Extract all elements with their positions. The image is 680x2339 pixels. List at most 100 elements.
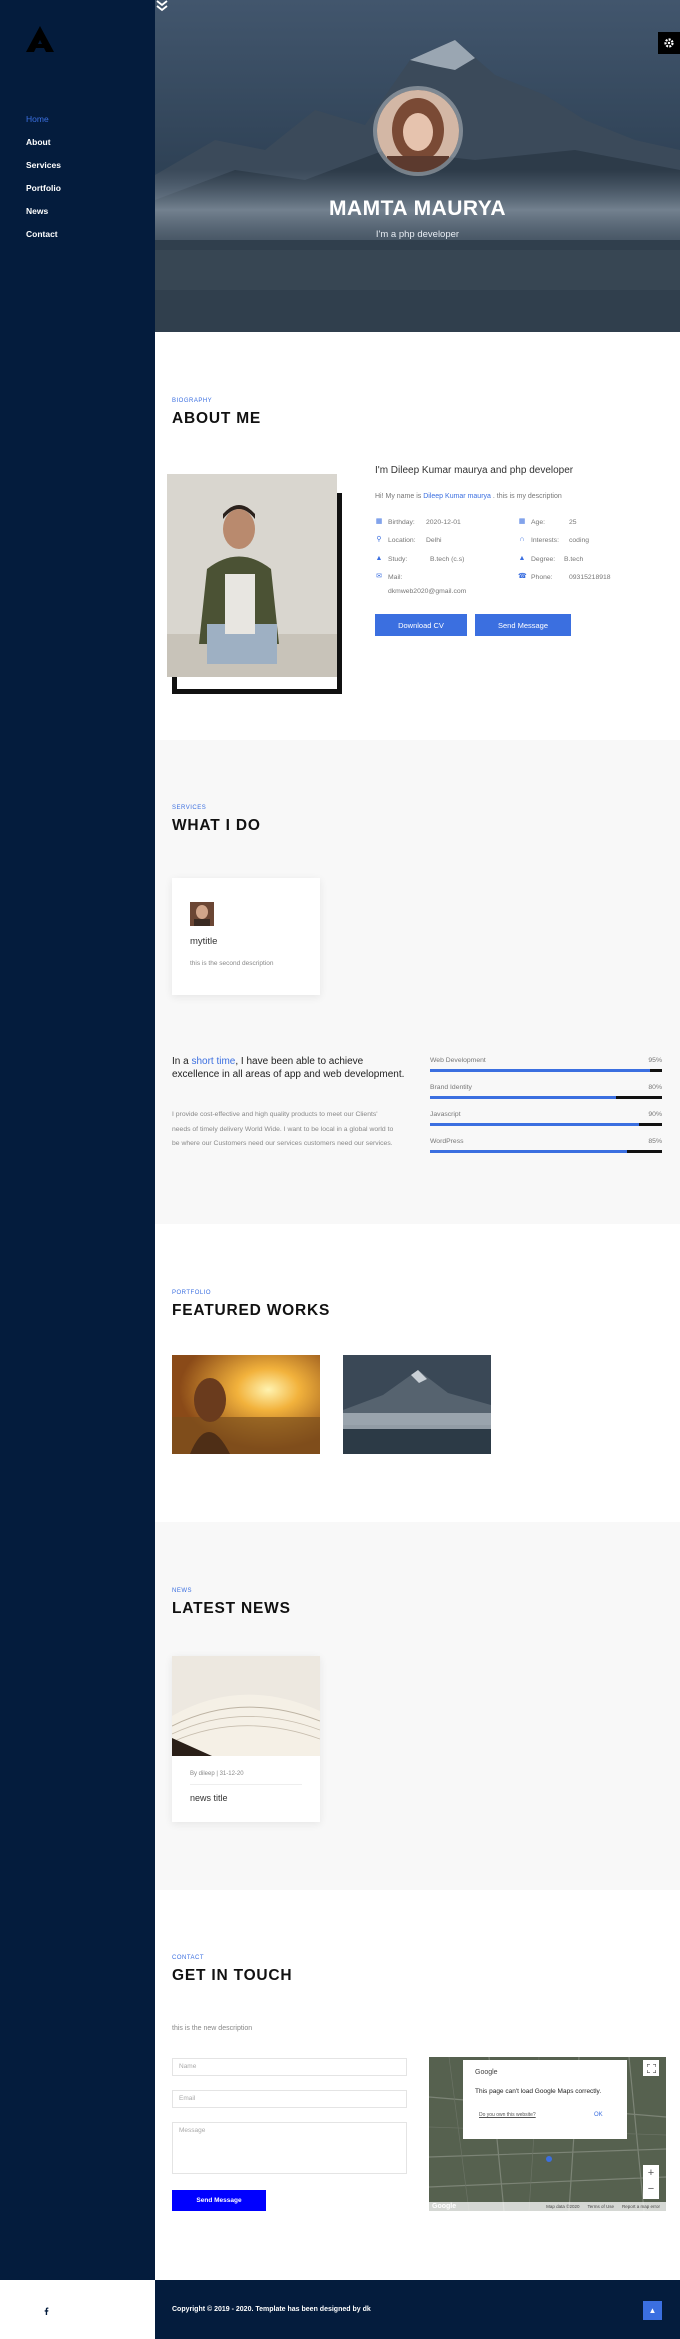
social-links bbox=[26, 2302, 50, 2315]
back-to-top-button[interactable]: ▲ bbox=[643, 2301, 662, 2320]
page: Home About Services Portfolio News Conta… bbox=[0, 0, 680, 2339]
google-watermark: Google bbox=[432, 2203, 457, 2210]
service-card[interactable]: mytitle this is the second description bbox=[172, 878, 320, 995]
skill-percent: 80% bbox=[648, 1084, 662, 1091]
nav-item-services[interactable]: Services bbox=[26, 158, 61, 181]
skill-fill bbox=[430, 1069, 651, 1072]
google-brand: Google bbox=[475, 2069, 498, 2076]
send-message-button[interactable]: Send Message bbox=[475, 614, 571, 636]
mail-icon: ✉ bbox=[376, 573, 382, 580]
service-thumbnail bbox=[190, 902, 214, 926]
info-location: ⚲ Location: Delhi bbox=[376, 536, 442, 544]
facebook-icon[interactable] bbox=[41, 2302, 50, 2315]
hero-subtitle: I'm a php developer bbox=[375, 229, 460, 240]
news-thumbnail bbox=[172, 1656, 320, 1756]
section-title: LATEST NEWS bbox=[172, 1600, 291, 1617]
map-error-message: This page can't load Google Maps correct… bbox=[475, 2088, 602, 2095]
mountain-lake-image bbox=[343, 1355, 491, 1454]
name-field[interactable]: Name bbox=[172, 2058, 407, 2076]
fullscreen-button[interactable] bbox=[643, 2060, 659, 2076]
download-cv-button[interactable]: Download CV bbox=[375, 614, 467, 636]
desc-suffix: . this is my description bbox=[490, 493, 562, 500]
info-birthday: ▦ Birthday: 2020-12-01 bbox=[375, 518, 461, 526]
woman-portrait-image bbox=[377, 90, 459, 172]
skill-percent: 90% bbox=[648, 1111, 662, 1118]
section-tag: PORTFOLIO bbox=[172, 1290, 212, 1296]
scroll-down-icon[interactable] bbox=[155, 0, 169, 12]
message-field[interactable]: Message bbox=[172, 2122, 407, 2174]
divider bbox=[190, 1784, 302, 1785]
section-title: ABOUT ME bbox=[172, 410, 262, 427]
news-meta: By dileep | 31-12-20 bbox=[190, 1771, 244, 1777]
info-age: ▦ Age: 25 bbox=[518, 518, 577, 526]
info-interests: ∩ Interests: coding bbox=[519, 536, 590, 544]
skill-fill bbox=[430, 1150, 628, 1153]
skill-percent: 85% bbox=[648, 1138, 662, 1145]
nav-item-news[interactable]: News bbox=[26, 204, 61, 227]
skill-name: WordPress bbox=[430, 1138, 464, 1145]
skill-track bbox=[430, 1150, 662, 1153]
skill-percent: 95% bbox=[648, 1057, 662, 1064]
skill-fill bbox=[430, 1096, 616, 1099]
service-title: mytitle bbox=[190, 936, 218, 947]
portfolio-item-field[interactable] bbox=[172, 1355, 320, 1454]
calendar-icon: ▦ bbox=[518, 518, 526, 525]
services-lead: In a short time, I have been able to ach… bbox=[172, 1056, 405, 1080]
skill-javascript: Javascript 90% bbox=[430, 1111, 662, 1126]
section-title: FEATURED WORKS bbox=[172, 1302, 331, 1319]
map-pin-icon: ⚲ bbox=[376, 536, 382, 543]
portfolio-item-mountain[interactable] bbox=[343, 1355, 491, 1454]
author-link[interactable]: Dileep Kumar maurya bbox=[423, 493, 491, 500]
skill-track bbox=[430, 1096, 662, 1099]
skill-track bbox=[430, 1069, 662, 1072]
gear-icon bbox=[664, 38, 674, 48]
info-mail-value: dkmweb2020@gmail.com bbox=[388, 588, 466, 595]
section-tag: CONTACT bbox=[172, 1955, 205, 1961]
info-mail: ✉ Mail: bbox=[376, 573, 403, 581]
nav-item-contact[interactable]: Contact bbox=[26, 227, 61, 250]
section-tag: NEWS bbox=[172, 1588, 192, 1594]
footer: Copyright © 2019 - 2020. Template has be… bbox=[155, 2280, 680, 2339]
fullscreen-icon bbox=[646, 2063, 656, 2073]
news-title[interactable]: news title bbox=[190, 1793, 228, 1803]
hero-avatar bbox=[373, 86, 463, 176]
skill-wordpress: WordPress 85% bbox=[430, 1138, 662, 1153]
hero-name: MAMTA MAURYA bbox=[328, 197, 507, 220]
about-photo bbox=[167, 474, 337, 677]
send-message-submit-button[interactable]: Send Message bbox=[172, 2190, 266, 2211]
zoom-out-icon[interactable]: − bbox=[643, 2182, 659, 2199]
zoom-controls: + − bbox=[643, 2165, 659, 2199]
news-card[interactable]: By dileep | 31-12-20 news title bbox=[172, 1656, 320, 1822]
service-image bbox=[190, 902, 214, 926]
nav-item-home[interactable]: Home bbox=[26, 112, 61, 135]
contact-description: this is the new description bbox=[172, 2025, 253, 2032]
email-address[interactable]: dkmweb2020@gmail.com bbox=[388, 588, 466, 595]
email-field[interactable]: Email bbox=[172, 2090, 407, 2108]
headphones-icon: ∩ bbox=[519, 536, 525, 543]
services-paragraph: I provide cost-effective and high qualit… bbox=[172, 1111, 394, 1147]
settings-gear-button[interactable] bbox=[658, 32, 680, 54]
sidebar: Home About Services Portfolio News Conta… bbox=[0, 0, 155, 2315]
skill-track bbox=[430, 1123, 662, 1126]
chevron-up-icon: ▲ bbox=[648, 2306, 657, 2315]
section-title: WHAT I DO bbox=[172, 817, 261, 834]
map-ok-button[interactable]: OK bbox=[594, 2112, 603, 2118]
google-map[interactable]: Google This page can't load Google Maps … bbox=[429, 2057, 666, 2211]
zoom-in-icon[interactable]: + bbox=[643, 2165, 659, 2182]
map-error-dialog: Google This page can't load Google Maps … bbox=[463, 2060, 627, 2139]
skill-web-development: Web Development 95% bbox=[430, 1057, 662, 1072]
section-title: GET IN TOUCH bbox=[172, 1967, 293, 1984]
own-website-link[interactable]: Do you own this website? bbox=[479, 2112, 536, 2118]
skill-name: Brand Identity bbox=[430, 1084, 472, 1091]
service-description: this is the second description bbox=[190, 960, 274, 967]
main-nav: Home About Services Portfolio News Conta… bbox=[26, 112, 61, 250]
twitter-icon[interactable] bbox=[26, 2302, 35, 2315]
nav-item-about[interactable]: About bbox=[26, 135, 61, 158]
lead-highlight: short time bbox=[191, 1056, 236, 1067]
logo-icon[interactable] bbox=[26, 26, 54, 52]
skill-brand-identity: Brand Identity 80% bbox=[430, 1084, 662, 1099]
desc-prefix: Hi! My name is bbox=[375, 493, 424, 500]
copyright-text: Copyright © 2019 - 2020. Template has be… bbox=[172, 2306, 371, 2313]
man-portrait-image bbox=[167, 474, 337, 677]
nav-item-portfolio[interactable]: Portfolio bbox=[26, 181, 61, 204]
